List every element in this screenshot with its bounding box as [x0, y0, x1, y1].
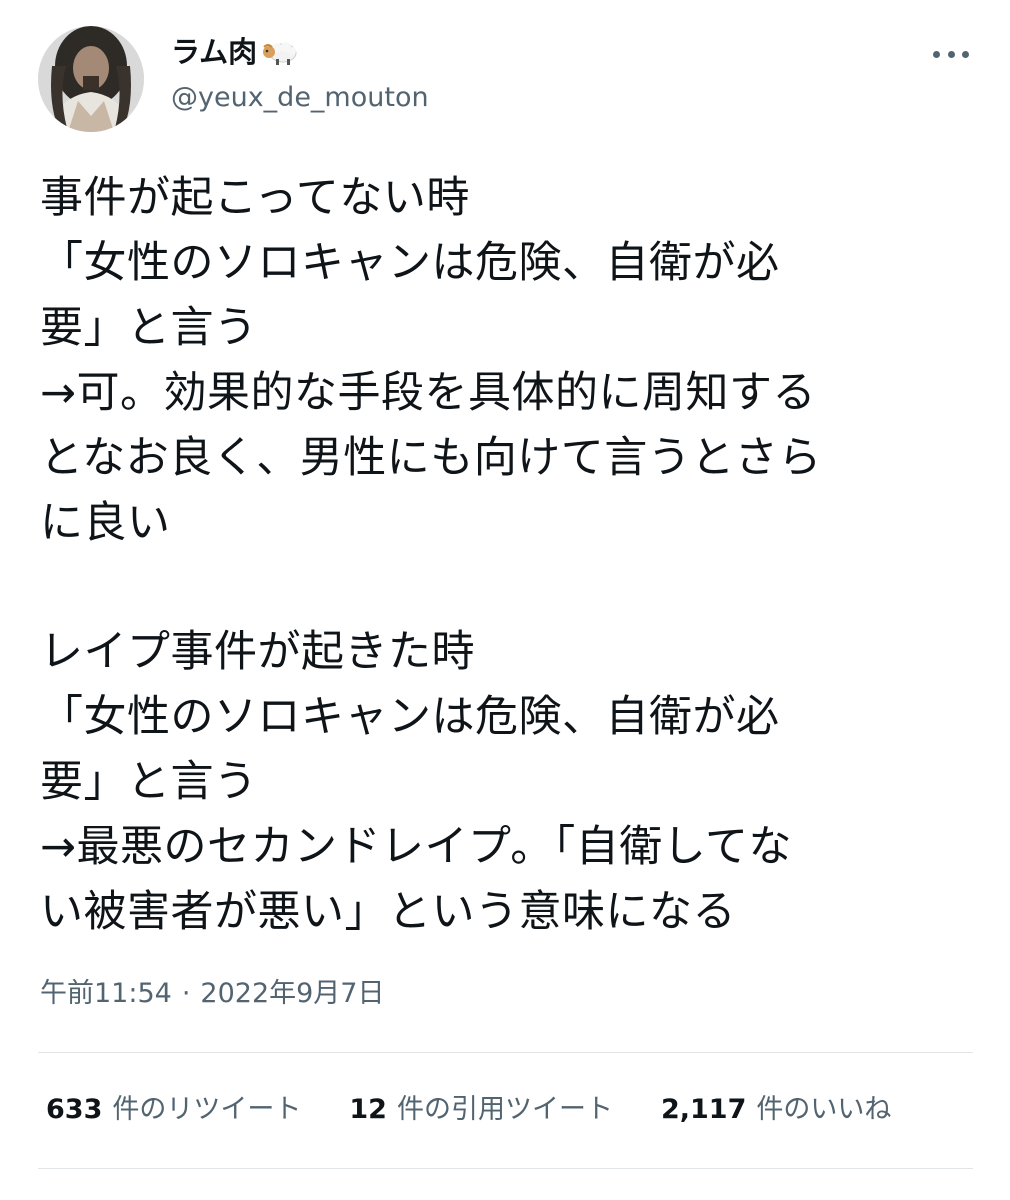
tweet-text-line: となお良く、男性にも向けて言うとさら [40, 433, 822, 483]
author-display-name[interactable]: ラム肉 [171, 32, 299, 72]
tweet-text-line: →最悪のセカンドレイプ。「自衛してな [40, 822, 792, 872]
tweet-date: 2022年9月7日 [200, 978, 385, 1009]
tweet-text-line: い被害者が悪い」という意味になる [40, 887, 736, 937]
divider-bottom [38, 1168, 973, 1169]
timestamp-separator: · [181, 978, 191, 1009]
like-label: 件のいいね [756, 1094, 892, 1125]
quote-label: 件の引用ツイート [396, 1094, 613, 1125]
retweet-label: 件のリツイート [112, 1094, 302, 1125]
tweet-header: ラム肉 @yeux_de_mouton [38, 26, 973, 134]
quote-count: 12 [349, 1094, 387, 1125]
author-handle[interactable]: @yeux_de_mouton [171, 78, 429, 118]
like-count: 2,117 [660, 1094, 747, 1125]
tweet-text-line: 事件が起こってない時 [40, 173, 470, 223]
avatar[interactable] [38, 26, 144, 132]
more-options-icon[interactable] [933, 42, 969, 66]
retweet-count: 633 [46, 1094, 103, 1125]
tweet-text-line: →可。効果的な手段を具体的に周知する [40, 368, 817, 418]
tweet-text-line: 「女性のソロキャンは危険、自衛が必 [40, 238, 780, 288]
tweet-stats: 633 件のリツイート 12 件の引用ツイート 2,117 件のいいね [46, 1088, 891, 1132]
tweet-body: 事件が起こってない時「女性のソロキャンは危険、自衛が必 要」と言う →可。効果的な手… [40, 166, 975, 945]
tweet-timestamp[interactable]: 午前11:54 · 2022年9月7日 [40, 972, 384, 1016]
tweet-text-line: 「女性のソロキャンは危険、自衛が必 [40, 692, 780, 742]
tweet-text-line: 要」と言う [40, 303, 258, 353]
quote-tweets-stat[interactable]: 12 件の引用ツイート [349, 1088, 613, 1132]
tweet-time: 午前11:54 [40, 978, 172, 1009]
likes-stat[interactable]: 2,117 件のいいね [661, 1088, 891, 1132]
display-name-text: ラム肉 [171, 35, 258, 69]
sheep-icon [259, 37, 299, 67]
avatar-photo-icon [38, 26, 144, 132]
tweet-text-line: 要」と言う [40, 757, 258, 807]
tweet-text-line: に良い [40, 498, 171, 548]
tweet-text-line: レイプ事件が起きた時 [40, 627, 475, 677]
divider-top [38, 1052, 973, 1053]
author-info: ラム肉 @yeux_de_mouton [171, 32, 429, 118]
tweet-detail: ラム肉 @yeux_de_mouton 事件が起こってない時 「女性のソロキャン… [0, 0, 1010, 1200]
retweets-stat[interactable]: 633 件のリツイート [46, 1088, 301, 1132]
